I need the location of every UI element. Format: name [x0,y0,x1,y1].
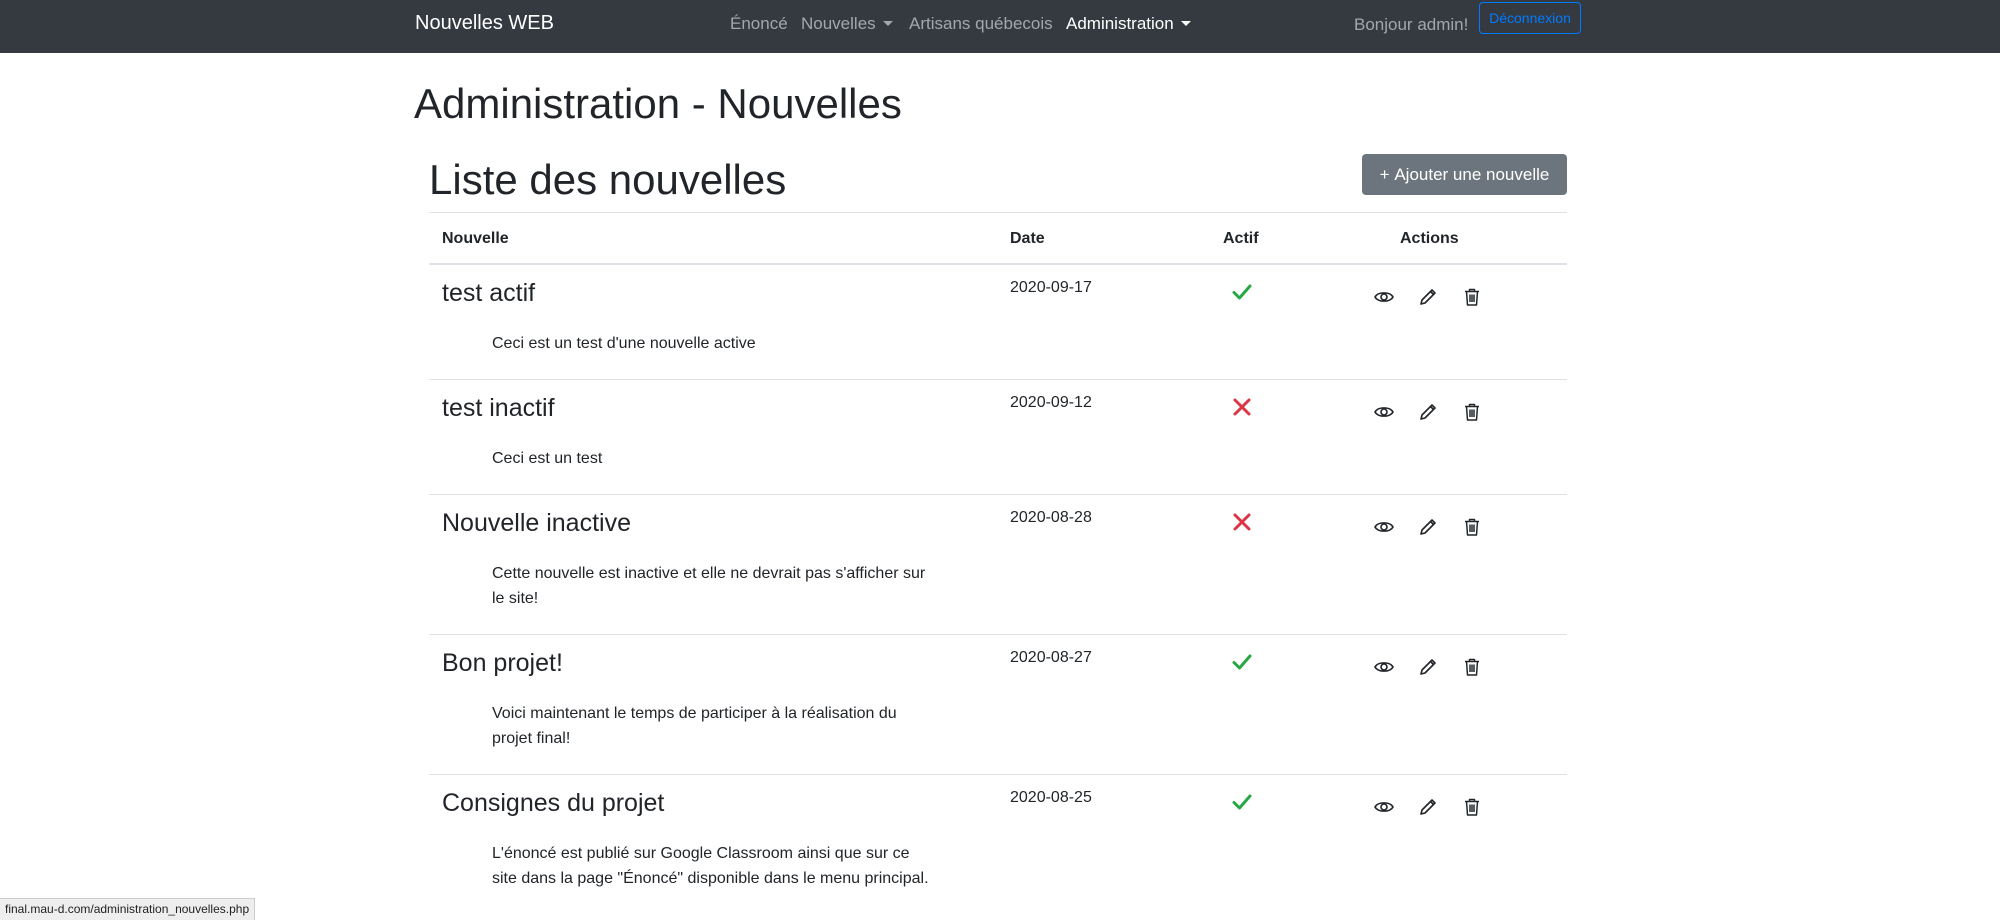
delete-button[interactable] [1461,401,1483,423]
news-description: Ceci est un test [492,450,603,467]
delete-button[interactable] [1461,516,1483,538]
trash-icon [1461,656,1483,678]
eye-icon [1373,286,1395,308]
view-button[interactable] [1373,796,1395,818]
news-description: Ceci est un test d'une nouvelle active [492,335,756,352]
table-body: test actif Ceci est un test d'une nouvell… [429,265,1567,920]
view-button[interactable] [1373,401,1395,423]
pencil-icon [1417,401,1439,423]
x-icon [1231,396,1253,418]
edit-button[interactable] [1417,516,1439,538]
news-title: Nouvelle inactive [442,509,631,537]
navbar-brand[interactable]: Nouvelles WEB [415,12,554,35]
logout-button[interactable]: Déconnexion [1479,2,1581,34]
greeting-text: Bonjour admin! [1354,15,1469,34]
news-table: Nouvelle Date Actif Actions test actif Ce… [429,212,1567,920]
caret-down-icon [882,21,893,26]
view-button[interactable] [1373,516,1395,538]
delete-button[interactable] [1461,796,1483,818]
pencil-icon [1417,516,1439,538]
news-title: test inactif [442,394,555,422]
nav-link-artisans[interactable]: Artisans québecois [909,14,1053,34]
table-row: Nouvelle inactive Cette nouvelle est inac… [429,495,1567,635]
nav-link-administration[interactable]: Administration [1066,14,1191,34]
table-row: test actif Ceci est un test d'une nouvell… [429,265,1567,380]
pencil-icon [1417,656,1439,678]
view-button[interactable] [1373,286,1395,308]
eye-icon [1373,401,1395,423]
news-title: Bon projet! [442,649,563,677]
edit-button[interactable] [1417,401,1439,423]
eye-icon [1373,516,1395,538]
trash-icon [1461,286,1483,308]
add-news-button[interactable]: + Ajouter une nouvelle [1362,154,1567,195]
caret-down-icon [1180,21,1191,26]
plus-icon: + [1379,165,1390,184]
page-title: Administration - Nouvelles [414,80,902,127]
news-date: 2020-08-25 [1010,789,1092,806]
status-bar-url: final.mau-d.com/administration_nouvelles… [0,898,256,920]
eye-icon [1373,656,1395,678]
table-row: test inactif Ceci est un test 2020-09-12 [429,380,1567,495]
trash-icon [1461,796,1483,818]
table-row: Consignes du projet L'énoncé est publié s… [429,775,1567,920]
news-date: 2020-08-28 [1010,509,1092,526]
news-date: 2020-08-27 [1010,649,1092,666]
delete-button[interactable] [1461,286,1483,308]
nav-link-nouvelles[interactable]: Nouvelles [801,14,893,34]
news-description: Voici maintenant le temps de participer … [492,705,897,747]
column-header-actif: Actif [1223,230,1259,247]
edit-button[interactable] [1417,286,1439,308]
news-description: Cette nouvelle est inactive et elle ne d… [492,565,926,607]
pencil-icon [1417,286,1439,308]
news-date: 2020-09-12 [1010,394,1092,411]
column-header-date: Date [1010,230,1045,247]
table-row: Bon projet! Voici maintenant le temps de … [429,635,1567,775]
edit-button[interactable] [1417,796,1439,818]
column-header-nouvelle: Nouvelle [442,230,509,247]
x-icon [1231,511,1253,533]
pencil-icon [1417,796,1439,818]
table-header: Nouvelle Date Actif Actions [429,212,1567,265]
news-title: Consignes du projet [442,789,665,817]
view-button[interactable] [1373,656,1395,678]
navbar: Nouvelles WEB Énoncé Nouvelles Artisans … [0,0,2000,53]
edit-button[interactable] [1417,656,1439,678]
trash-icon [1461,516,1483,538]
list-title: Liste des nouvelles [429,156,787,203]
check-icon [1231,281,1253,303]
news-date: 2020-09-17 [1010,279,1092,296]
column-header-actions: Actions [1400,230,1459,247]
check-icon [1231,791,1253,813]
news-title: test actif [442,279,536,307]
add-news-label: Ajouter une nouvelle [1394,165,1550,184]
nav-link-enonce[interactable]: Énoncé [730,14,788,34]
delete-button[interactable] [1461,656,1483,678]
check-icon [1231,651,1253,673]
eye-icon [1373,796,1395,818]
news-description: L'énoncé est publié sur Google Classroom… [492,845,929,887]
trash-icon [1461,401,1483,423]
